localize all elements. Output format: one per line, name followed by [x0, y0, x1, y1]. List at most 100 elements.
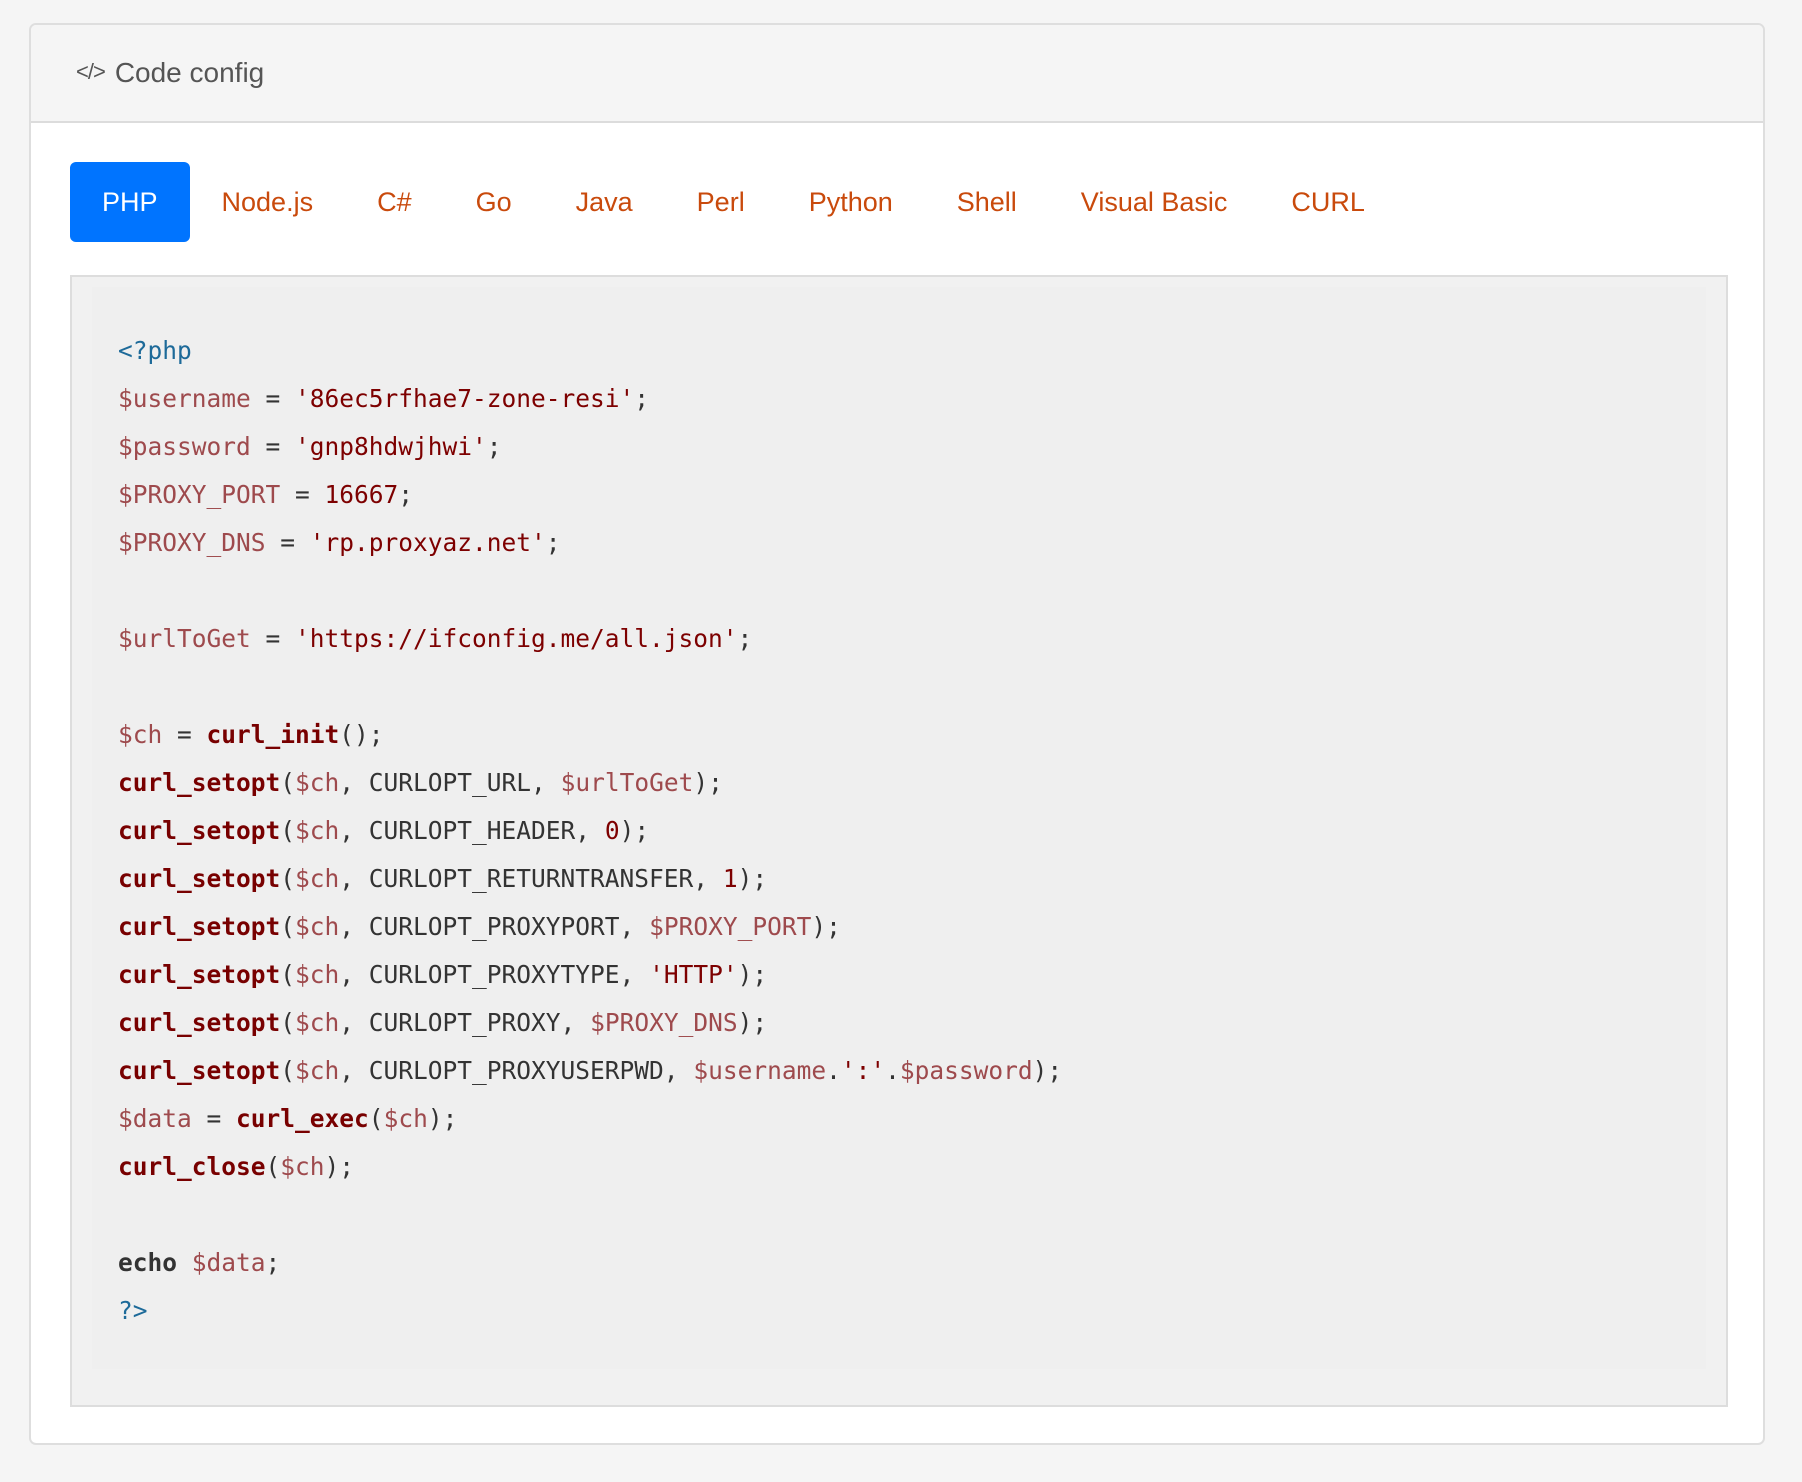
code-line: $PROXY_DNS = 'rp.proxyaz.net';	[118, 519, 1062, 567]
card-header: </> Code config	[31, 25, 1763, 123]
code-block-inner: <?php $username = '86ec5rfhae7-zone-resi'…	[92, 287, 1706, 1369]
code-punctuation: =	[250, 624, 296, 653]
code-punctuation: );	[619, 816, 650, 845]
function-name: curl_setopt	[118, 864, 281, 893]
tab-curl[interactable]: CURL	[1259, 162, 1397, 242]
variable: $ch	[295, 768, 340, 797]
tab-shell[interactable]: Shell	[925, 162, 1049, 242]
code-punctuation: , CURLOPT_PROXYPORT,	[339, 912, 650, 941]
code-line: echo $data;	[118, 1239, 1062, 1287]
code-punctuation: );	[737, 1008, 768, 1037]
variable: $PROXY_PORT	[118, 480, 281, 509]
code-punctuation: (	[280, 864, 296, 893]
code-punctuation: );	[737, 864, 768, 893]
code-punctuation: , CURLOPT_PROXYUSERPWD,	[339, 1056, 694, 1085]
code-punctuation: );	[427, 1104, 458, 1133]
function-name: curl_exec	[236, 1104, 369, 1133]
variable: $urlToGet	[560, 768, 694, 797]
code-line: curl_setopt($ch, CURLOPT_RETURNTRANSFER,…	[118, 855, 1062, 903]
code-punctuation: , CURLOPT_PROXYTYPE,	[339, 960, 650, 989]
tab-csharp[interactable]: C#	[345, 162, 444, 242]
tab-perl[interactable]: Perl	[665, 162, 777, 242]
code-line: $urlToGet = 'https://ifconfig.me/all.jso…	[118, 615, 1062, 663]
string-literal: ':'	[840, 1056, 886, 1085]
code-punctuation: =	[250, 384, 296, 413]
code-punctuation: , CURLOPT_PROXY,	[339, 1008, 591, 1037]
code-punctuation: , CURLOPT_URL,	[339, 768, 561, 797]
string-literal: 'HTTP'	[649, 960, 738, 989]
number-literal: 0	[604, 816, 620, 845]
code-line: curl_setopt($ch, CURLOPT_PROXYPORT, $PRO…	[118, 903, 1062, 951]
code-punctuation: =	[162, 720, 207, 749]
code-line: $username = '86ec5rfhae7-zone-resi';	[118, 375, 1062, 423]
function-name: curl_setopt	[118, 960, 281, 989]
code-punctuation: , CURLOPT_HEADER,	[339, 816, 605, 845]
code-punctuation: (	[280, 1008, 296, 1037]
code-line: $ch = curl_init();	[118, 711, 1062, 759]
code-punctuation: (	[280, 960, 296, 989]
variable: $username	[118, 384, 251, 413]
code-punctuation: ;	[486, 432, 502, 461]
code-line: <?php	[118, 327, 1062, 375]
code-line: curl_setopt($ch, CURLOPT_PROXYTYPE, 'HTT…	[118, 951, 1062, 999]
tab-java[interactable]: Java	[544, 162, 665, 242]
variable: $PROXY_DNS	[590, 1008, 738, 1037]
code-punctuation: =	[191, 1104, 237, 1133]
code-punctuation: );	[811, 912, 841, 941]
tab-php[interactable]: PHP	[70, 162, 190, 242]
code-punctuation: ;	[545, 528, 561, 557]
code-line: ?>	[118, 1287, 1062, 1335]
function-name: curl_setopt	[118, 768, 281, 797]
code-punctuation: (	[280, 816, 296, 845]
variable: $username	[693, 1056, 827, 1085]
code-punctuation: =	[265, 528, 310, 557]
code-line: curl_setopt($ch, CURLOPT_HEADER, 0);	[118, 807, 1062, 855]
variable: $urlToGet	[118, 624, 251, 653]
code-punctuation: .	[826, 1056, 841, 1085]
variable: $data	[191, 1248, 266, 1277]
code-punctuation: ;	[634, 384, 650, 413]
variable: $ch	[295, 960, 340, 989]
number-literal: 1	[722, 864, 738, 893]
variable: $ch	[295, 864, 340, 893]
code-line: $data = curl_exec($ch);	[118, 1095, 1062, 1143]
tab-go[interactable]: Go	[444, 162, 544, 242]
variable: $ch	[295, 912, 340, 941]
string-literal: 'gnp8hdwjhwi'	[295, 432, 487, 461]
tab-visual-basic[interactable]: Visual Basic	[1049, 162, 1260, 242]
string-literal: 'rp.proxyaz.net'	[309, 528, 546, 557]
code-text[interactable]: <?php $username = '86ec5rfhae7-zone-resi'…	[118, 327, 1062, 1335]
code-punctuation: ();	[339, 720, 384, 749]
code-config-card: </> Code config PHP Node.js C# Go Java P…	[29, 23, 1765, 1445]
variable: $password	[118, 432, 251, 461]
code-punctuation: ;	[737, 624, 753, 653]
variable: $password	[899, 1056, 1033, 1085]
code-punctuation: (	[280, 1056, 296, 1085]
code-line: curl_setopt($ch, CURLOPT_URL, $urlToGet)…	[118, 759, 1062, 807]
code-punctuation: ;	[265, 1248, 281, 1277]
variable: $ch	[280, 1152, 325, 1181]
code-punctuation: (	[280, 768, 296, 797]
code-line: curl_setopt($ch, CURLOPT_PROXYUSERPWD, $…	[118, 1047, 1062, 1095]
variable: $PROXY_DNS	[118, 528, 266, 557]
code-icon: </>	[76, 59, 106, 84]
card-title: Code config	[114, 57, 265, 88]
function-name: curl_setopt	[118, 1008, 281, 1037]
code-punctuation: , CURLOPT_RETURNTRANSFER,	[339, 864, 723, 893]
variable: $ch	[295, 1056, 340, 1085]
code-line: $PROXY_PORT = 16667;	[118, 471, 1062, 519]
code-block: <?php $username = '86ec5rfhae7-zone-resi'…	[70, 275, 1728, 1407]
variable: $data	[118, 1104, 192, 1133]
variable: $ch	[295, 816, 340, 845]
code-punctuation: =	[280, 480, 325, 509]
string-literal: '86ec5rfhae7-zone-resi'	[295, 384, 635, 413]
tab-nodejs[interactable]: Node.js	[190, 162, 346, 242]
function-name: curl_init	[206, 720, 340, 749]
tab-python[interactable]: Python	[777, 162, 925, 242]
language-tabs: PHP Node.js C# Go Java Perl Python Shell…	[70, 162, 1397, 242]
code-punctuation: );	[737, 960, 768, 989]
function-name: curl_close	[118, 1152, 266, 1181]
code-punctuation: );	[1032, 1056, 1063, 1085]
